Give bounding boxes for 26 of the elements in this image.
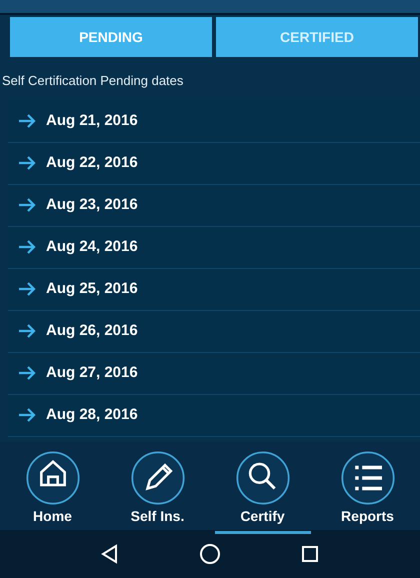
date-item[interactable]: Aug 23, 2016 [46, 194, 138, 216]
section-heading: Self Certification Pending dates [2, 72, 184, 90]
pencil-icon [130, 450, 186, 506]
back-icon[interactable] [100, 544, 120, 564]
list-icon [340, 450, 396, 506]
recents-icon[interactable] [300, 544, 320, 564]
date-item[interactable]: Aug 27, 2016 [46, 362, 138, 384]
arrow-icon [18, 324, 36, 338]
arrow-icon [18, 408, 36, 422]
arrow-icon [18, 114, 36, 128]
nav-tab[interactable]: Reports [320, 450, 416, 534]
date-item[interactable]: Aug 26, 2016 [46, 320, 138, 342]
house-icon [24, 450, 80, 506]
home-circle-icon[interactable] [198, 543, 221, 565]
search-icon [234, 450, 290, 506]
arrow-icon [18, 366, 36, 380]
date-item[interactable]: Aug 21, 2016 [46, 110, 138, 132]
arrow-icon [18, 282, 36, 296]
date-item[interactable]: Aug 25, 2016 [46, 278, 138, 300]
nav-tab[interactable]: Self Ins. [110, 450, 206, 534]
arrow-icon [18, 156, 36, 170]
date-item[interactable]: Aug 22, 2016 [46, 152, 138, 174]
arrow-icon [18, 198, 36, 212]
date-item[interactable]: Aug 24, 2016 [46, 236, 138, 258]
arrow-icon [18, 240, 36, 254]
date-item[interactable]: Aug 28, 2016 [46, 404, 138, 426]
